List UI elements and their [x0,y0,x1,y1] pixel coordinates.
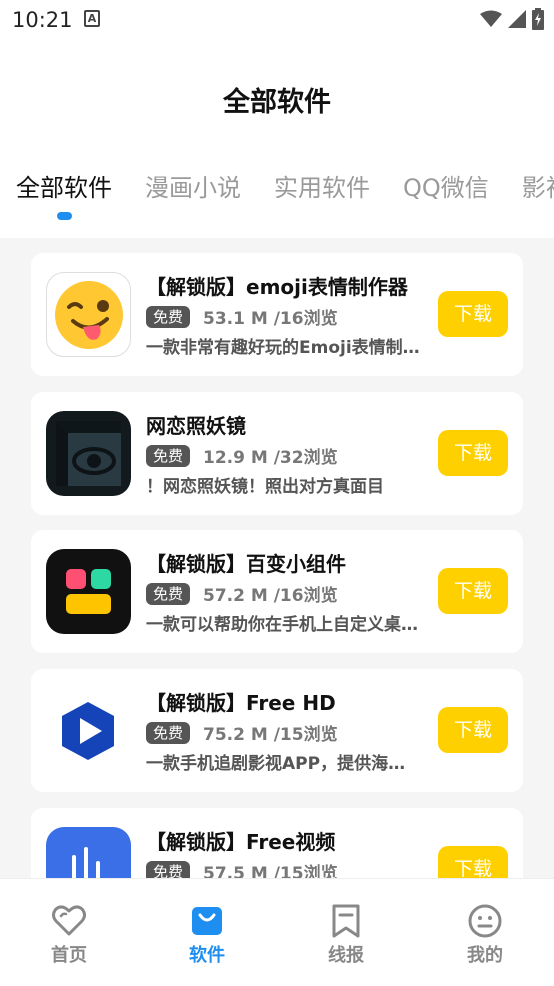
app-card[interactable]: 【解锁版】Free HD 免费 75.2 M /15浏览 一款手机追剧影视APP… [31,669,523,792]
app-card[interactable]: 网恋照妖镜 免费 12.9 M /32浏览 ！网恋照妖镜！照出对方真面目 下载 [31,392,523,515]
app-meta: 免费 53.1 M /16浏览 [146,304,338,329]
app-meta: 免费 75.2 M /15浏览 [146,720,338,745]
smiley-icon [468,904,502,938]
eye-cube-icon [46,411,131,496]
app-title: 网恋照妖镜 [146,414,246,438]
tab-comics-novels[interactable]: 漫画小说 [145,168,241,203]
play-hexagon-icon [46,688,131,773]
app-size-views: 53.1 M /16浏览 [203,309,338,329]
app-list[interactable]: 【解锁版】emoji表情制作器 免费 53.1 M /16浏览 一款非常有趣好玩… [0,238,554,878]
app-size-views: 57.5 M /15浏览 [203,864,338,878]
tab-all-software[interactable]: 全部软件 [16,168,112,203]
tab-indicator [57,212,72,220]
app-meta: 免费 57.5 M /15浏览 [146,859,338,878]
battery-icon [532,8,544,30]
heart-icon [52,905,86,936]
music-note-icon [46,827,131,878]
widget-blocks-icon [46,549,131,634]
status-bar: 10:21 A [0,0,554,40]
tab-movies[interactable]: 影视 [522,168,554,203]
tab-qq-wechat[interactable]: QQ微信 [403,168,489,203]
status-time: 10:21 [12,8,73,32]
app-title: 【解锁版】emoji表情制作器 [146,275,408,299]
app-meta: 免费 57.2 M /16浏览 [146,581,338,606]
status-icons [480,7,544,31]
app-card[interactable]: 【解锁版】百变小组件 免费 57.2 M /16浏览 一款可以帮助你在手机上自定… [31,530,523,653]
free-badge: 免费 [146,860,191,878]
app-card[interactable]: 【解锁版】emoji表情制作器 免费 53.1 M /16浏览 一款非常有趣好玩… [31,253,523,376]
signal-icon [508,10,526,28]
app-description: 一款可以帮助你在手机上自定义桌面的工具 [146,615,421,635]
wifi-icon [480,10,502,27]
tab-utilities[interactable]: 实用软件 [274,168,370,203]
download-button[interactable]: 下载 [438,846,508,878]
category-tabs: 全部软件 漫画小说 实用软件 QQ微信 影视 [16,168,554,203]
bag-icon [192,907,222,935]
app-description: 一款手机追剧影视APP，提供海量资源 [146,754,421,774]
free-badge: 免费 [146,305,191,328]
app-description: 一款非常有趣好玩的Emoji表情制作器 [146,338,421,358]
page-title: 全部软件 [223,87,331,118]
bottom-nav: 首页 软件 线报 我的 [0,878,554,986]
app-title: 【解锁版】百变小组件 [146,552,346,576]
app-title: 【解锁版】Free视频 [146,830,336,854]
nav-label: 首页 [51,945,87,966]
app-size-views: 12.9 M /32浏览 [203,448,338,468]
nav-label: 软件 [189,945,225,966]
app-size-views: 75.2 M /15浏览 [203,725,338,745]
app-title: 【解锁版】Free HD [146,691,336,715]
download-button[interactable]: 下载 [438,707,508,753]
free-badge: 免费 [146,582,191,605]
download-button[interactable]: 下载 [438,291,508,337]
app-card[interactable]: 【解锁版】Free视频 免费 57.5 M /15浏览 下载 [31,808,523,878]
notification-icon: A [84,10,100,27]
bookmark-icon [332,904,360,938]
nav-label: 我的 [467,945,503,966]
free-badge: 免费 [146,721,191,744]
header: 全部软件 全部软件 漫画小说 实用软件 QQ微信 影视 [0,40,554,238]
emoji-face-icon [46,272,131,357]
download-button[interactable]: 下载 [438,430,508,476]
download-button[interactable]: 下载 [438,568,508,614]
free-badge: 免费 [146,444,191,467]
nav-label: 线报 [328,945,364,966]
app-size-views: 57.2 M /16浏览 [203,586,338,606]
app-description: ！网恋照妖镜！照出对方真面目 [146,477,384,497]
app-meta: 免费 12.9 M /32浏览 [146,443,338,468]
